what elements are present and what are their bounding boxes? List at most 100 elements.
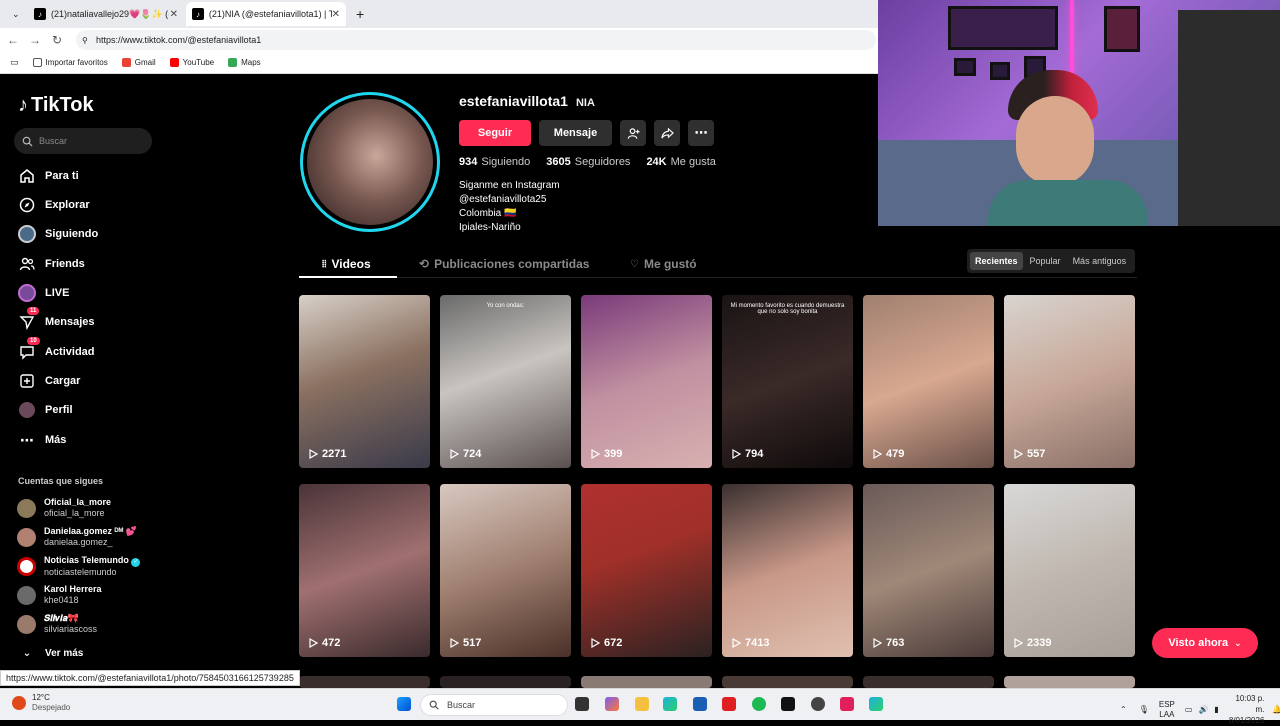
close-icon[interactable]: ✕ — [170, 9, 178, 20]
followed-account[interactable]: Noticias Telemundo ✓ noticiastelemundo — [17, 552, 165, 580]
bio-line: @estefaniavillota25 — [459, 194, 547, 205]
tab-list-button[interactable]: ⌄ — [6, 2, 24, 26]
profile-stats: 934 Siguiendo 3605 Seguidores 24K Me gusta — [459, 156, 732, 168]
tab-videos[interactable]: ⦙⦙ Videos — [322, 256, 371, 272]
task-view-icon[interactable] — [575, 697, 589, 711]
more-options-button[interactable]: ⋯ — [688, 120, 714, 146]
tiktok-logo[interactable]: ♪ TikTok — [18, 94, 94, 117]
sidebar-item-mas[interactable]: ⋯ Más — [18, 429, 66, 451]
profile-avatar[interactable] — [300, 92, 440, 232]
video-thumbnail[interactable] — [1004, 676, 1135, 688]
obs-icon[interactable] — [811, 697, 825, 711]
sidebar-item-para-ti[interactable]: Para ti — [18, 165, 79, 187]
spotify-icon[interactable] — [752, 697, 766, 711]
video-thumbnail[interactable]: 557 — [1004, 295, 1135, 468]
back-arrow-icon[interactable]: ← — [2, 33, 24, 47]
video-thumbnail[interactable]: Mi momento favorito es cuando demuestra … — [722, 295, 853, 468]
monitor-icon[interactable]: ▭ — [1185, 705, 1193, 714]
account-name: Danielaa.gomez ᴰᴹ 💕 — [44, 526, 137, 536]
see-more-button[interactable]: ⌄ Ver más — [18, 642, 84, 664]
sidebar-item-siguiendo[interactable]: Siguiendo — [18, 223, 98, 245]
chevron-down-icon: ⌄ — [22, 647, 32, 659]
bookmark-gmail[interactable]: Gmail — [121, 58, 156, 67]
taskbar-search[interactable]: Buscar — [420, 694, 568, 716]
video-thumbnail[interactable]: 472 — [299, 484, 430, 657]
video-thumbnail[interactable]: 672 — [581, 484, 712, 657]
store-icon[interactable] — [693, 697, 707, 711]
bookmark-youtube[interactable]: YouTube — [169, 58, 215, 67]
sidebar-item-actividad[interactable]: 10 Actividad — [18, 337, 95, 363]
forward-arrow-icon[interactable]: → — [24, 33, 46, 47]
browser-tab-1[interactable]: ♪ (21)nataliavallejo29💗🌷✨ (@na ✕ — [28, 2, 184, 26]
sidebar-item-live[interactable]: LIVE — [18, 282, 69, 304]
battery-icon[interactable]: ▮ — [1214, 705, 1218, 714]
video-thumbnail[interactable] — [440, 676, 571, 688]
video-thumbnail[interactable]: 2271 — [299, 295, 430, 468]
live-icon — [18, 284, 36, 302]
video-thumbnail[interactable] — [722, 676, 853, 688]
share-button[interactable] — [654, 120, 680, 146]
tab-reposts[interactable]: ⟲ Publicaciones compartidas — [419, 256, 589, 272]
browser-tab-2[interactable]: ♪ (21)NIA (@estefaniavillota1) | TikT ✕ — [186, 2, 346, 26]
followed-account[interactable]: 𝑺𝒊𝒍𝒗𝒊𝒂🎀 silviariascoss — [17, 610, 165, 638]
bookmark-import[interactable]: Importar favoritos — [32, 58, 108, 67]
volume-icon[interactable]: 🔊 — [1198, 705, 1208, 714]
copilot-icon[interactable] — [605, 697, 619, 711]
language-indicator[interactable]: ESP LAA — [1159, 700, 1175, 720]
followers-count[interactable]: 3605 Seguidores — [546, 156, 630, 168]
watched-now-button[interactable]: Visto ahora ⌄ — [1152, 628, 1258, 658]
video-caption: Yo con ondas: — [486, 303, 525, 309]
video-thumbnail[interactable]: 517 — [440, 484, 571, 657]
sidebar-toggle-icon[interactable]: ▭ — [10, 57, 19, 68]
tiktok-live-icon[interactable] — [840, 697, 854, 711]
address-bar[interactable]: ⚲ https://www.tiktok.com/@estefaniavillo… — [76, 30, 876, 50]
sidebar-item-cargar[interactable]: Cargar — [18, 370, 80, 392]
sidebar-item-mensajes[interactable]: 11 Mensajes — [18, 307, 95, 333]
bookmark-label: YouTube — [182, 58, 215, 67]
video-thumbnail[interactable]: 7413 — [722, 484, 853, 657]
windows-start-icon[interactable] — [397, 697, 411, 711]
sort-recent[interactable]: Recientes — [970, 252, 1023, 270]
video-thumbnail[interactable]: 479 — [863, 295, 994, 468]
following-count[interactable]: 934 Siguiendo — [459, 156, 530, 168]
avatar — [17, 585, 36, 605]
microphone-icon[interactable]: 🎙 — [1139, 705, 1149, 714]
video-thumbnail[interactable]: 763 — [863, 484, 994, 657]
message-button[interactable]: Mensaje — [539, 120, 612, 146]
view-count-value: 517 — [463, 637, 482, 649]
video-thumbnail[interactable]: 399 — [581, 295, 712, 468]
sidebar-item-explorar[interactable]: Explorar — [18, 194, 90, 216]
weather-widget[interactable]: 12°C Despejado — [12, 693, 70, 713]
add-friend-button[interactable] — [620, 120, 646, 146]
followed-account[interactable]: Oficial_la_more oficial_la_more — [17, 494, 165, 522]
reload-icon[interactable]: ↻ — [46, 33, 68, 47]
video-thumbnail[interactable] — [299, 676, 430, 688]
bookmark-maps[interactable]: Maps — [228, 58, 261, 67]
follow-button[interactable]: Seguir — [459, 120, 531, 146]
video-thumbnail[interactable] — [581, 676, 712, 688]
notifications-icon[interactable]: 🔔 — [1272, 705, 1280, 714]
followed-account[interactable]: Danielaa.gomez ᴰᴹ 💕 danielaa.gomez_ — [17, 523, 165, 551]
sidebar-item-friends[interactable]: Friends — [18, 253, 85, 275]
tab-liked[interactable]: ♡ Me gustó — [630, 256, 697, 272]
tiktok-app-icon[interactable] — [781, 697, 795, 711]
followed-account[interactable]: Karol Herrera khe0418 — [17, 581, 165, 609]
video-thumbnail[interactable] — [863, 676, 994, 688]
edge-icon[interactable] — [663, 697, 677, 711]
language-code: ESP — [1158, 699, 1175, 709]
edge-active-icon[interactable] — [869, 697, 883, 711]
sort-oldest[interactable]: Más antiguos — [1068, 252, 1132, 270]
sort-popular[interactable]: Popular — [1025, 252, 1066, 270]
search-input[interactable]: Buscar — [14, 128, 152, 154]
clock[interactable]: 10:03 p. m. 8/01/2026 — [1229, 693, 1265, 726]
close-icon[interactable]: ✕ — [332, 9, 340, 20]
new-tab-button[interactable]: + — [350, 2, 370, 26]
video-thumbnail[interactable]: 2339 — [1004, 484, 1135, 657]
video-thumbnail[interactable]: Yo con ondas: 724 — [440, 295, 571, 468]
bookmark-label: Importar favoritos — [45, 58, 108, 67]
chevron-up-icon[interactable]: ⌃ — [1120, 705, 1127, 714]
sidebar-item-perfil[interactable]: Perfil — [18, 399, 73, 421]
file-explorer-icon[interactable] — [635, 697, 649, 711]
youtube-app-icon[interactable] — [722, 697, 736, 711]
sidebar-item-label: Siguiendo — [45, 228, 99, 240]
